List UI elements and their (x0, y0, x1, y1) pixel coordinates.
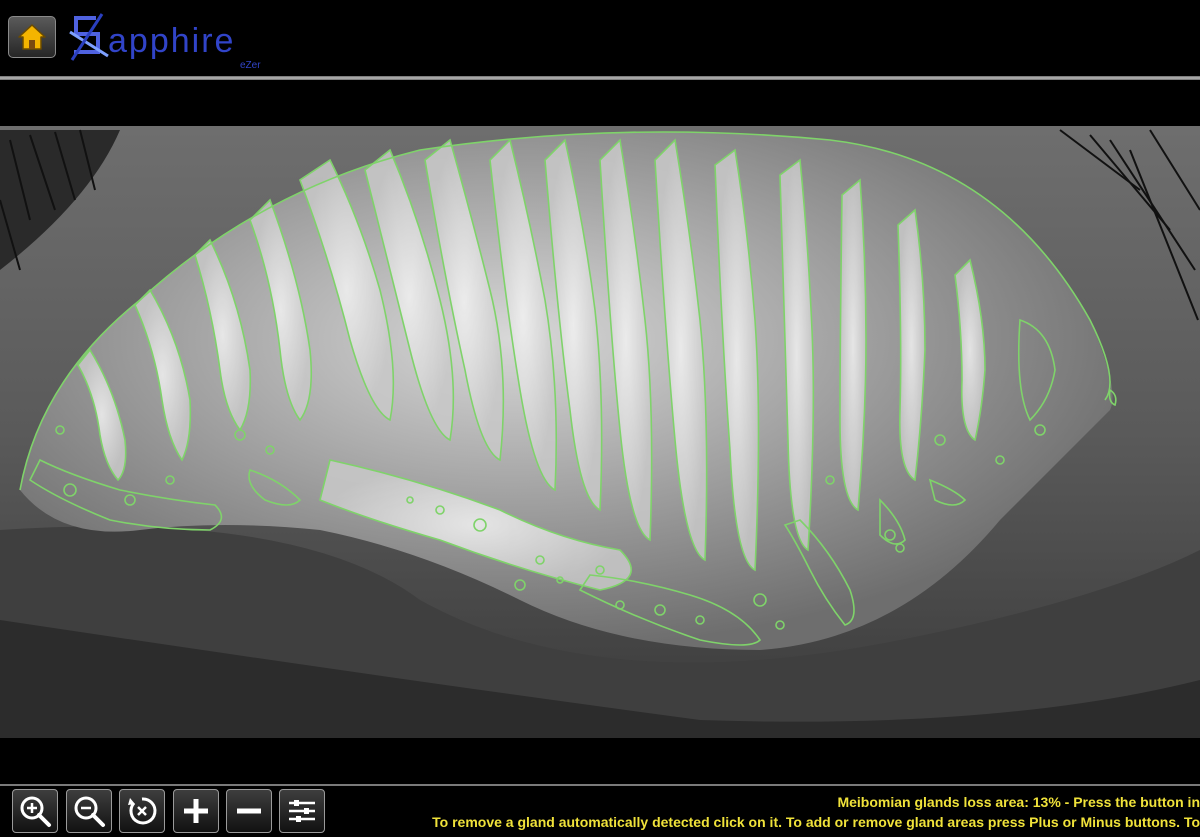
zoom-in-button[interactable] (12, 789, 58, 833)
gland-loss-status: Meibomian glands loss area: 13% - Press … (837, 794, 1200, 810)
bottom-toolbar: Meibomian glands loss area: 13% - Press … (0, 784, 1200, 837)
zoom-out-icon (74, 796, 105, 827)
sapphire-logo: apphire eZer (69, 13, 261, 71)
svg-text:apphire: apphire (108, 22, 235, 60)
zoom-out-button[interactable] (66, 789, 112, 833)
minus-button[interactable] (226, 789, 272, 833)
home-button[interactable] (8, 16, 56, 58)
settings-button[interactable] (279, 789, 325, 833)
app-header: apphire eZer (0, 0, 1200, 80)
plus-button[interactable] (173, 789, 219, 833)
reset-icon (128, 797, 157, 825)
logo-subtext: eZer (240, 60, 261, 71)
reset-button[interactable] (119, 789, 165, 833)
home-icon (18, 24, 46, 50)
sliders-icon (289, 800, 315, 822)
minus-icon (237, 808, 261, 814)
instructions-text: To remove a gland automatically detected… (432, 814, 1200, 830)
plus-icon (184, 799, 208, 823)
zoom-in-icon (20, 796, 51, 827)
meibography-image[interactable] (0, 80, 1200, 784)
image-viewer[interactable] (0, 80, 1200, 784)
